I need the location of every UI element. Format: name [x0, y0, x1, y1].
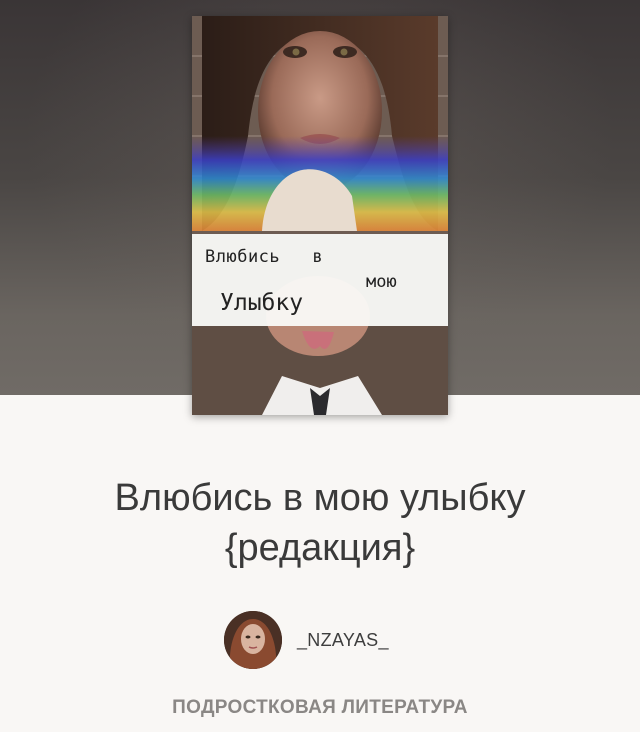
book-page: Влюбись в мою Улыбку Влюбись в мою улыбк…	[0, 0, 640, 732]
avatar-image	[224, 611, 282, 669]
book-title-line2: {редакция}	[224, 527, 416, 569]
cover-title-line1: Влюбись в	[205, 247, 324, 267]
book-cover[interactable]: Влюбись в мою Улыбку	[192, 16, 448, 415]
book-title: Влюбись в мою улыбку {редакция}	[20, 473, 620, 573]
author-avatar[interactable]	[224, 611, 282, 669]
cover-title-line3: Улыбку	[220, 290, 304, 316]
author-link[interactable]: _NZAYAS_	[224, 611, 389, 669]
cover-art	[192, 16, 448, 415]
author-name[interactable]: _NZAYAS_	[297, 630, 389, 651]
genre-label[interactable]: ПОДРОСТКОВАЯ ЛИТЕРАТУРА	[0, 697, 640, 719]
book-title-line1: Влюбись в мою улыбку	[114, 477, 526, 519]
cover-title-line2: мою	[366, 272, 397, 292]
